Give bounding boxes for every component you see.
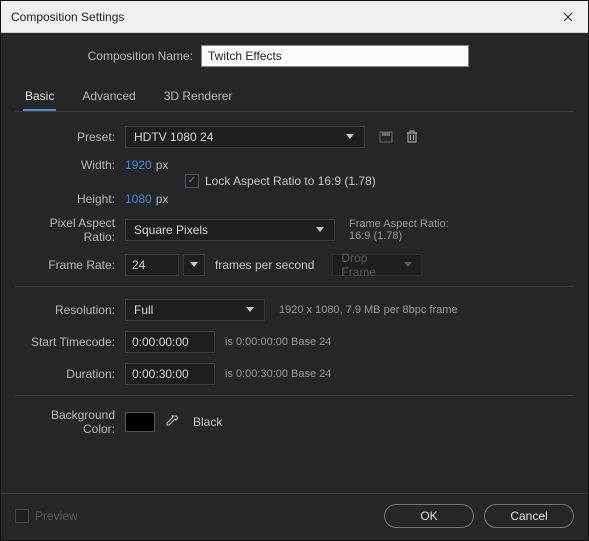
save-preset-icon: [379, 131, 393, 143]
close-button[interactable]: [558, 7, 578, 27]
chevron-down-icon: [346, 134, 356, 140]
far-value: 16:9 (1.78): [349, 230, 449, 242]
fps-stepper[interactable]: [183, 254, 205, 276]
chevron-down-icon: [190, 262, 198, 268]
bg-color-swatch[interactable]: [125, 412, 155, 432]
height-label: Height:: [21, 192, 125, 206]
resolution-info: 1920 x 1080, 7.9 MB per 8bpc frame: [279, 304, 458, 316]
chevron-down-icon: [246, 307, 256, 313]
par-dropdown[interactable]: Square Pixels: [125, 219, 335, 241]
trash-icon: [406, 130, 418, 144]
tab-basic[interactable]: Basic: [23, 83, 56, 111]
start-tc-input[interactable]: [125, 331, 215, 353]
tabs: Basic Advanced 3D Renderer: [15, 83, 574, 112]
bg-label: Background Color:: [21, 408, 125, 436]
duration-input[interactable]: [125, 363, 215, 385]
resolution-dropdown[interactable]: Full: [125, 299, 265, 321]
preset-value: HDTV 1080 24: [134, 130, 213, 144]
preview-label: Preview: [35, 509, 78, 523]
width-row: Width: 1920 px: [21, 158, 568, 172]
par-label: Pixel Aspect Ratio:: [21, 216, 125, 244]
composition-settings-dialog: Composition Settings Composition Name: B…: [0, 0, 589, 541]
bg-color-name: Black: [193, 415, 222, 429]
lock-aspect-label: Lock Aspect Ratio to 16:9 (1.78): [205, 174, 376, 188]
eyedropper-button[interactable]: [161, 411, 183, 433]
drop-frame-value: Drop Frame: [341, 251, 403, 279]
resolution-row: Resolution: Full 1920 x 1080, 7.9 MB per…: [21, 299, 568, 321]
dialog-body: Composition Name: Basic Advanced 3D Rend…: [1, 33, 588, 493]
chevron-down-icon: [404, 262, 414, 268]
fps-input[interactable]: [125, 254, 179, 276]
preview-block: Preview: [15, 509, 78, 523]
comp-name-row: Composition Name:: [15, 45, 574, 67]
par-value: Square Pixels: [134, 223, 208, 237]
preset-row: Preset: HDTV 1080 24: [21, 126, 568, 148]
divider: [15, 395, 574, 396]
cancel-button[interactable]: Cancel: [484, 504, 574, 528]
start-tc-hint: is 0:00:00:00 Base 24: [225, 336, 331, 348]
far-label: Frame Aspect Ratio:: [349, 218, 449, 230]
fps-label: Frame Rate:: [21, 258, 125, 272]
duration-hint: is 0:00:30:00 Base 24: [225, 368, 331, 380]
lock-aspect-checkbox[interactable]: [185, 174, 199, 188]
resolution-label: Resolution:: [21, 303, 125, 317]
resolution-value: Full: [134, 303, 153, 317]
comp-name-input[interactable]: [201, 45, 469, 67]
comp-name-label: Composition Name:: [15, 49, 201, 63]
height-input[interactable]: 1080: [125, 192, 152, 206]
par-row: Pixel Aspect Ratio: Square Pixels Frame …: [21, 216, 568, 244]
close-icon: [563, 12, 573, 22]
divider: [15, 286, 574, 287]
fps-row: Frame Rate: frames per second Drop Frame: [21, 254, 568, 276]
width-unit: px: [156, 158, 169, 172]
save-preset-button[interactable]: [375, 126, 397, 148]
preview-checkbox: [15, 509, 29, 523]
preset-label: Preset:: [21, 130, 125, 144]
tab-3d-renderer[interactable]: 3D Renderer: [162, 83, 235, 111]
eyedropper-icon: [165, 415, 179, 429]
height-row: Height: 1080 px: [21, 192, 568, 206]
height-unit: px: [156, 192, 169, 206]
fps-suffix: frames per second: [215, 258, 314, 272]
ok-button[interactable]: OK: [384, 504, 474, 528]
dialog-title: Composition Settings: [11, 10, 124, 24]
start-tc-row: Start Timecode: is 0:00:00:00 Base 24: [21, 331, 568, 353]
far-block: Frame Aspect Ratio: 16:9 (1.78): [349, 218, 449, 242]
tab-advanced[interactable]: Advanced: [80, 83, 137, 111]
width-input[interactable]: 1920: [125, 158, 152, 172]
width-label: Width:: [21, 158, 125, 172]
footer-buttons: OK Cancel: [384, 504, 574, 528]
duration-row: Duration: is 0:00:30:00 Base 24: [21, 363, 568, 385]
start-tc-label: Start Timecode:: [21, 335, 125, 349]
drop-frame-dropdown: Drop Frame: [332, 254, 422, 276]
titlebar: Composition Settings: [1, 1, 588, 33]
lock-aspect-row: Lock Aspect Ratio to 16:9 (1.78): [21, 174, 568, 188]
basic-panel: Preset: HDTV 1080 24 Width: 1920 px: [15, 126, 574, 446]
bg-row: Background Color: Black: [21, 408, 568, 436]
delete-preset-button[interactable]: [401, 126, 423, 148]
preset-dropdown[interactable]: HDTV 1080 24: [125, 126, 365, 148]
chevron-down-icon: [316, 227, 326, 233]
footer: Preview OK Cancel: [1, 493, 588, 540]
duration-label: Duration:: [21, 367, 125, 381]
